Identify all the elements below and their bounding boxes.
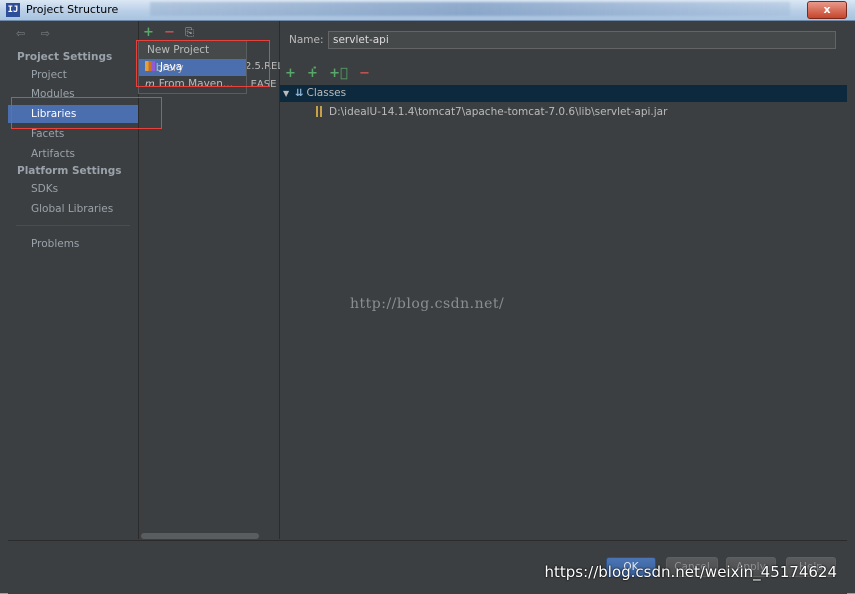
popup-item-java[interactable]: Java [139, 59, 246, 76]
sidebar-item-modules[interactable]: Modules [8, 85, 138, 103]
sidebar-item-project[interactable]: Project [8, 66, 138, 84]
settings-sidebar: ⇦ ⇨ Project Settings Project Modules Lib… [8, 21, 139, 539]
sidebar-item-global-libraries[interactable]: Global Libraries [8, 200, 138, 218]
remove-root-icon[interactable]: − [359, 66, 370, 81]
sidebar-item-problems[interactable]: Problems [8, 235, 138, 253]
window-title: Project Structure [26, 3, 119, 16]
library-details-pane: Name: servlet-api + +̇ +⃞ − ▼ ⇊ Classes D:… [280, 21, 847, 539]
footer-watermark: https://blog.csdn.net/weixin_45174624 [544, 563, 837, 581]
back-forward-arrows-icon[interactable]: ⇦ ⇨ [16, 27, 56, 40]
close-button[interactable]: x [807, 1, 847, 19]
title-bar: IJ Project Structure x [0, 0, 855, 21]
classes-tree-node[interactable]: ▼ ⇊ Classes [280, 85, 847, 102]
java-library-icon [145, 61, 155, 71]
dialog-button-bar: OK Cancel Apply Help https://blog.csdn.n… [8, 540, 847, 594]
sidebar-item-facets[interactable]: Facets [8, 125, 138, 143]
jar-file-icon [316, 106, 324, 117]
horizontal-scrollbar[interactable] [141, 533, 259, 539]
jar-tree-item[interactable]: D:\idealU-14.1.4\tomcat7\apache-tomcat-7… [316, 104, 667, 120]
sidebar-item-libraries[interactable]: Libraries [8, 105, 138, 123]
add-root-icon[interactable]: + [285, 66, 296, 81]
libraries-toolbar: + − ⎘ [143, 25, 194, 40]
sidebar-item-sdks[interactable]: SDKs [8, 180, 138, 198]
copy-icon[interactable]: ⎘ [185, 26, 194, 39]
name-label: Name: [289, 34, 324, 46]
popup-title: New Project Library [139, 41, 246, 74]
classes-icon: ⇊ [295, 88, 304, 99]
popup-item-label: Java [160, 61, 183, 73]
intellij-icon: IJ [6, 3, 20, 17]
project-settings-heading: Project Settings [17, 51, 113, 63]
library-name-input[interactable]: servlet-api [328, 31, 836, 49]
attach-jar-directories-icon[interactable]: +⃞ [329, 66, 348, 81]
classes-toolbar: + +̇ +⃞ − [285, 66, 377, 81]
new-project-library-popup: New Project Library Java mFrom Maven... [138, 40, 247, 94]
popup-item-from-maven[interactable]: m From Maven... [139, 76, 246, 93]
remove-icon[interactable]: − [164, 25, 175, 40]
libraries-list-pane: + − ⎘ 2.5.RELE LEASE [139, 21, 289, 539]
watermark-text: http://blog.csdn.net/ [350, 296, 505, 312]
expand-triangle-icon[interactable]: ▼ [283, 85, 289, 102]
attach-classes-icon[interactable]: +̇ [307, 66, 318, 81]
jar-path: D:\idealU-14.1.4\tomcat7\apache-tomcat-7… [329, 106, 668, 118]
sidebar-item-artifacts[interactable]: Artifacts [8, 145, 138, 163]
classes-label: Classes [306, 87, 347, 99]
popup-item-label: From Maven... [158, 78, 233, 90]
platform-settings-heading: Platform Settings [17, 165, 122, 177]
library-item[interactable]: LEASE [245, 79, 276, 90]
blurred-background [150, 2, 790, 16]
project-structure-window: IJ Project Structure x ⇦ ⇨ Project Setti… [0, 0, 855, 594]
sidebar-divider [16, 225, 130, 226]
maven-icon: m [145, 79, 155, 90]
add-icon[interactable]: + [143, 25, 154, 40]
